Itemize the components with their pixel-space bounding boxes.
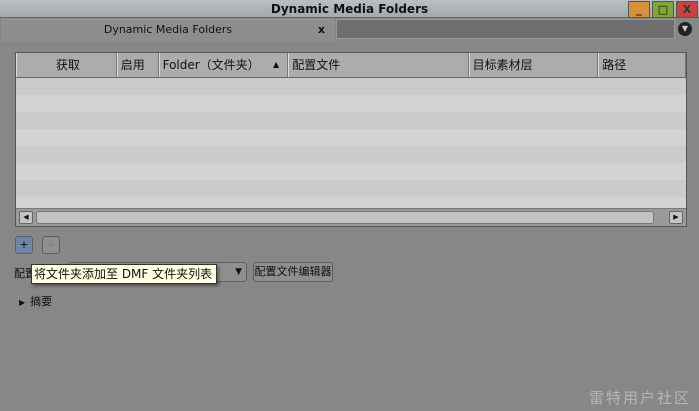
summary-toggle[interactable]: ▶ 摘要 [19, 293, 52, 309]
column-header-path[interactable]: 路径 [598, 53, 686, 77]
close-button[interactable]: X [676, 1, 698, 18]
table-row [16, 146, 686, 163]
chevron-down-icon: ▼ [235, 267, 242, 277]
tab-row: Dynamic Media Folders x ▼ [0, 19, 699, 41]
profile-editor-button[interactable]: 配置文件编辑器 [253, 262, 333, 282]
table-row [16, 163, 686, 180]
column-header-enabled[interactable]: 启用 [116, 53, 159, 77]
expand-triangle-icon: ▶ [19, 298, 26, 307]
table-row [16, 95, 686, 112]
table-body [16, 78, 686, 214]
table-header: 获取 启用 Folder（文件夹） ▲ 配置文件 目标素材层 路径 [16, 53, 686, 78]
add-folder-button[interactable]: + [15, 236, 33, 254]
table-row [16, 78, 686, 95]
maximize-button[interactable]: □ [652, 1, 674, 18]
column-header-fetch[interactable]: 获取 [16, 53, 117, 77]
tab-close-icon[interactable]: x [318, 20, 325, 40]
minimize-button[interactable]: _ [628, 1, 650, 18]
column-header-folder[interactable]: Folder（文件夹） ▲ [158, 53, 289, 77]
tab-bar-empty [336, 19, 675, 39]
table-row [16, 180, 686, 197]
table-row [16, 129, 686, 146]
tab-menu-icon[interactable]: ▼ [678, 22, 692, 36]
table-row [16, 112, 686, 129]
window-title: Dynamic Media Folders [270, 2, 429, 16]
remove-folder-button[interactable]: - [42, 236, 60, 254]
tab-dynamic-media-folders[interactable]: Dynamic Media Folders x [2, 19, 334, 41]
sort-ascending-icon: ▲ [273, 60, 280, 69]
column-header-profile[interactable]: 配置文件 [288, 53, 469, 77]
summary-label: 摘要 [30, 295, 53, 308]
horizontal-scrollbar[interactable]: ◀ ▶ [16, 208, 686, 226]
column-header-target-bin[interactable]: 目标素材层 [468, 53, 599, 77]
tooltip: 将文件夹添加至 DMF 文件夹列表 [31, 264, 217, 284]
window-title-bar: Dynamic Media Folders [0, 0, 699, 18]
watermark: 雷特用户社区 [588, 389, 691, 407]
scroll-right-icon[interactable]: ▶ [669, 211, 683, 224]
scroll-thumb[interactable] [36, 211, 654, 224]
tab-label: Dynamic Media Folders [103, 23, 233, 36]
scroll-left-icon[interactable]: ◀ [19, 211, 33, 224]
column-header-folder-label: Folder（文件夹） [162, 58, 260, 72]
folders-table: 获取 启用 Folder（文件夹） ▲ 配置文件 目标素材层 路径 ◀ ▶ [15, 52, 687, 227]
